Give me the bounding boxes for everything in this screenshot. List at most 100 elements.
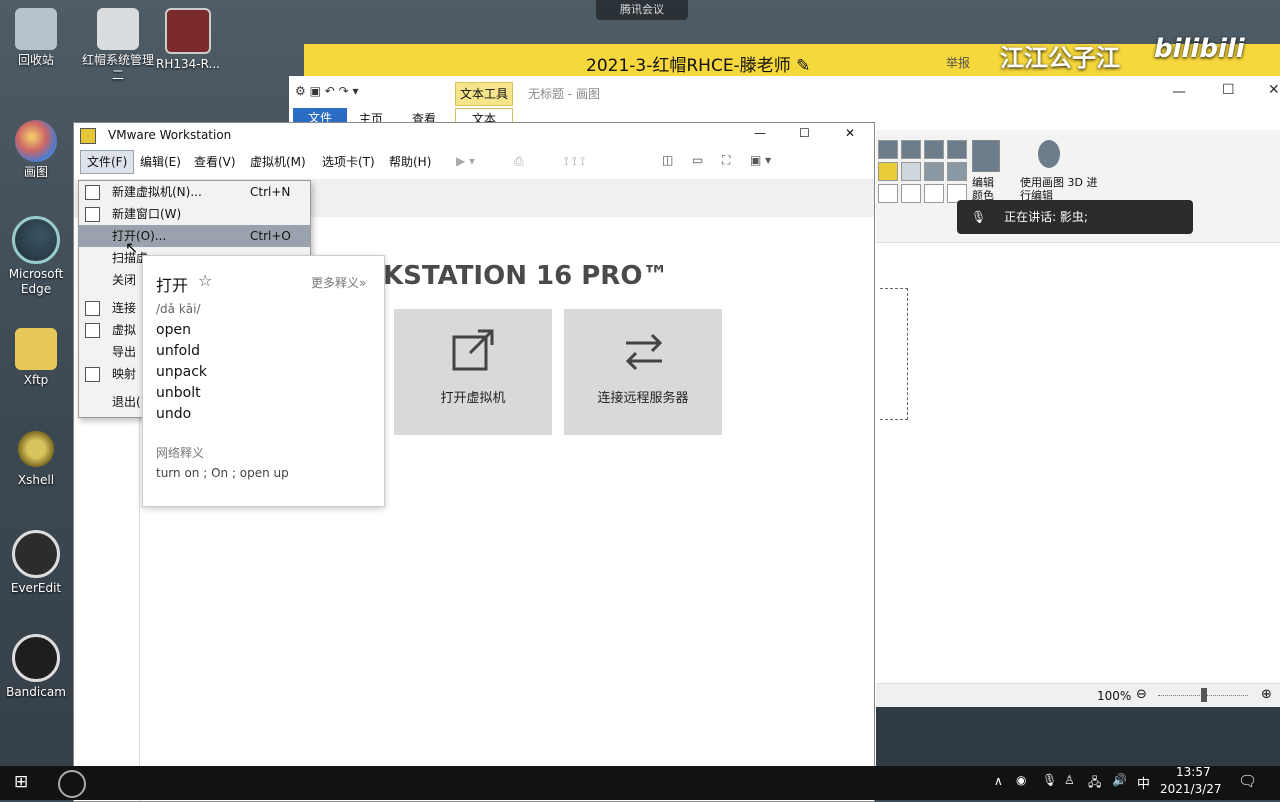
desktop-icon-xftp[interactable]: Xftp bbox=[0, 328, 72, 388]
menu-edit[interactable]: 编辑(E) bbox=[134, 149, 187, 175]
desktop-icon-label: RH134-R... bbox=[156, 57, 220, 71]
task-view-icon[interactable] bbox=[58, 770, 86, 798]
paint-minimize-button[interactable]: — bbox=[1172, 84, 1186, 100]
mouse-cursor-icon: ↖ bbox=[125, 238, 139, 257]
paint-close-button[interactable]: ✕ bbox=[1268, 82, 1280, 98]
more-meanings-link[interactable]: 更多释义» bbox=[311, 274, 366, 291]
notification-icon[interactable]: 🗨 bbox=[1238, 772, 1257, 790]
desktop-icon-label: Microsoft Edge bbox=[8, 267, 64, 296]
new-vm-icon bbox=[85, 185, 100, 200]
minimize-button[interactable]: — bbox=[754, 126, 766, 140]
favorite-star-icon[interactable]: ☆ bbox=[198, 271, 212, 290]
color-swatch[interactable] bbox=[878, 140, 898, 159]
paint-quick-access[interactable]: ⚙ ▣ ↶ ↷ ▾ bbox=[295, 84, 359, 98]
clock-date[interactable]: 2021/3/27 bbox=[1160, 782, 1222, 796]
close-button[interactable]: ✕ bbox=[845, 126, 855, 140]
dictionary-word: 打开 bbox=[156, 276, 189, 295]
network-icon[interactable]: 🖧 bbox=[1088, 773, 1101, 794]
connect-remote-label: 连接远程服务器 bbox=[597, 391, 689, 406]
desktop-icon-recycle-bin[interactable]: 回收站 bbox=[0, 8, 72, 68]
menu-help[interactable]: 帮助(H) bbox=[383, 149, 437, 175]
paint-icon bbox=[15, 120, 57, 162]
desktop-icon-bandicam[interactable]: Bandicam bbox=[0, 634, 72, 700]
virtualize-icon bbox=[85, 323, 100, 338]
tray-mic-icon[interactable]: 🎙 bbox=[1042, 773, 1057, 787]
unity-icon[interactable]: ▣ ▾ bbox=[750, 153, 771, 167]
text-selection-box[interactable] bbox=[880, 288, 908, 420]
clock-time[interactable]: 13:57 bbox=[1176, 765, 1211, 779]
menu-item-label: 新建窗口(W) bbox=[112, 207, 182, 221]
paint-maximize-button[interactable]: ☐ bbox=[1222, 82, 1235, 98]
everedit-icon bbox=[12, 530, 60, 578]
desktop-icon-everedit[interactable]: EverEdit bbox=[0, 530, 72, 596]
zoom-in-icon[interactable]: ⊕ bbox=[1261, 687, 1272, 702]
color-swatch[interactable] bbox=[924, 140, 944, 159]
snapshot-manager-icon[interactable]: ⟟ ⟟ ⟟ bbox=[564, 154, 585, 169]
open-vm-tile[interactable]: 打开虚拟机 bbox=[394, 309, 552, 435]
zoom-out-icon[interactable]: ⊖ bbox=[1136, 687, 1147, 702]
show-hidden-icons[interactable]: ∧ bbox=[994, 774, 1003, 788]
color-swatch[interactable] bbox=[947, 140, 967, 159]
menu-item-new-vm[interactable]: 新建虚拟机(N)... Ctrl+N bbox=[79, 181, 310, 203]
meaning-item: unpack bbox=[156, 364, 208, 380]
color-swatch[interactable] bbox=[878, 184, 898, 203]
color-swatch[interactable] bbox=[878, 162, 898, 181]
menu-vm[interactable]: 虚拟机(M) bbox=[244, 149, 312, 175]
menu-item-label: 映射 bbox=[112, 367, 137, 381]
book-icon bbox=[165, 8, 211, 54]
fullscreen-icon[interactable]: ⛶ bbox=[722, 153, 730, 168]
menu-item-label: 打开(O)... bbox=[112, 229, 167, 243]
vmware-menubar: 文件(F) 编辑(E) 查看(V) 虚拟机(M) 选项卡(T) 帮助(H) ▶ … bbox=[74, 149, 874, 175]
transfer-arrows-icon bbox=[625, 333, 663, 371]
color-swatch[interactable] bbox=[901, 140, 921, 159]
paint-context-tab: 文本工具 bbox=[455, 82, 513, 106]
desktop-icon-label: EverEdit bbox=[10, 581, 62, 595]
tray-app2-icon[interactable]: ♙ bbox=[1064, 773, 1075, 787]
input-method[interactable]: 中 bbox=[1137, 773, 1150, 792]
menu-item-new-window[interactable]: 新建窗口(W) bbox=[79, 203, 310, 225]
desktop-icon-paint[interactable]: 画图 bbox=[0, 120, 72, 180]
web-meanings-heading: 网络释义 bbox=[156, 446, 205, 460]
meaning-item: unbolt bbox=[156, 385, 201, 401]
windows-start-icon[interactable]: ⊞ bbox=[14, 772, 28, 792]
sidebar-toggle-icon[interactable]: ◫ bbox=[662, 153, 673, 167]
new-window-icon bbox=[85, 207, 100, 222]
color-swatch[interactable] bbox=[947, 162, 967, 181]
play-icon[interactable]: ▶ ▾ bbox=[456, 154, 475, 168]
connect-server-icon bbox=[85, 301, 100, 316]
dictionary-popup: 打开 ☆ 更多释义» /dǎ kāi/ open unfold unpack u… bbox=[142, 255, 385, 507]
desktop-icon-rhcsa-doc[interactable]: 红帽系统管理二 bbox=[82, 8, 154, 83]
menu-view[interactable]: 查看(V) bbox=[188, 149, 242, 175]
bandicam-icon bbox=[12, 634, 60, 682]
speaking-indicator: 🎙 正在讲话: 影虫; bbox=[957, 200, 1193, 234]
edit-colors-label: 编辑颜色 bbox=[972, 176, 994, 202]
connect-remote-tile[interactable]: 连接远程服务器 bbox=[564, 309, 722, 435]
color-swatch[interactable] bbox=[924, 184, 944, 203]
thumbnail-icon[interactable]: ▭ bbox=[692, 153, 703, 167]
color-swatch[interactable] bbox=[924, 162, 944, 181]
paint-canvas[interactable] bbox=[876, 243, 1280, 683]
zoom-level: 100% bbox=[1097, 689, 1132, 703]
meeting-top-label[interactable]: 腾讯会议 bbox=[596, 0, 688, 20]
desktop-icon-rh134[interactable]: RH134-R... bbox=[152, 8, 224, 72]
volume-icon[interactable]: 🔊 bbox=[1112, 773, 1127, 787]
desktop-icon-edge[interactable]: Microsoft Edge bbox=[0, 216, 72, 297]
edit-colors-icon[interactable] bbox=[972, 140, 1000, 172]
edge-icon bbox=[12, 216, 60, 264]
menu-file[interactable]: 文件(F) bbox=[80, 150, 135, 174]
menu-item-label: 虚拟 bbox=[112, 323, 137, 337]
menu-item-open[interactable]: 打开(O)... Ctrl+O bbox=[79, 225, 310, 247]
menu-tabs[interactable]: 选项卡(T) bbox=[316, 149, 381, 175]
paint-title: 无标题 - 画图 bbox=[528, 87, 600, 101]
color-swatch[interactable] bbox=[901, 184, 921, 203]
tray-app-icon[interactable]: ◉ bbox=[1016, 773, 1026, 787]
snapshot-icon[interactable]: ⎙ bbox=[514, 154, 524, 169]
map-disk-icon bbox=[85, 367, 100, 382]
paint3d-icon[interactable] bbox=[1038, 140, 1060, 168]
desktop-icon-xshell[interactable]: Xshell bbox=[0, 428, 72, 488]
vmware-titlebar: VMware Workstation — ☐ ✕ bbox=[74, 123, 874, 149]
maximize-button[interactable]: ☐ bbox=[799, 126, 810, 140]
meeting-report[interactable]: 举报 bbox=[946, 54, 970, 71]
color-swatch[interactable] bbox=[901, 162, 921, 181]
zoom-slider-thumb[interactable] bbox=[1201, 688, 1207, 702]
